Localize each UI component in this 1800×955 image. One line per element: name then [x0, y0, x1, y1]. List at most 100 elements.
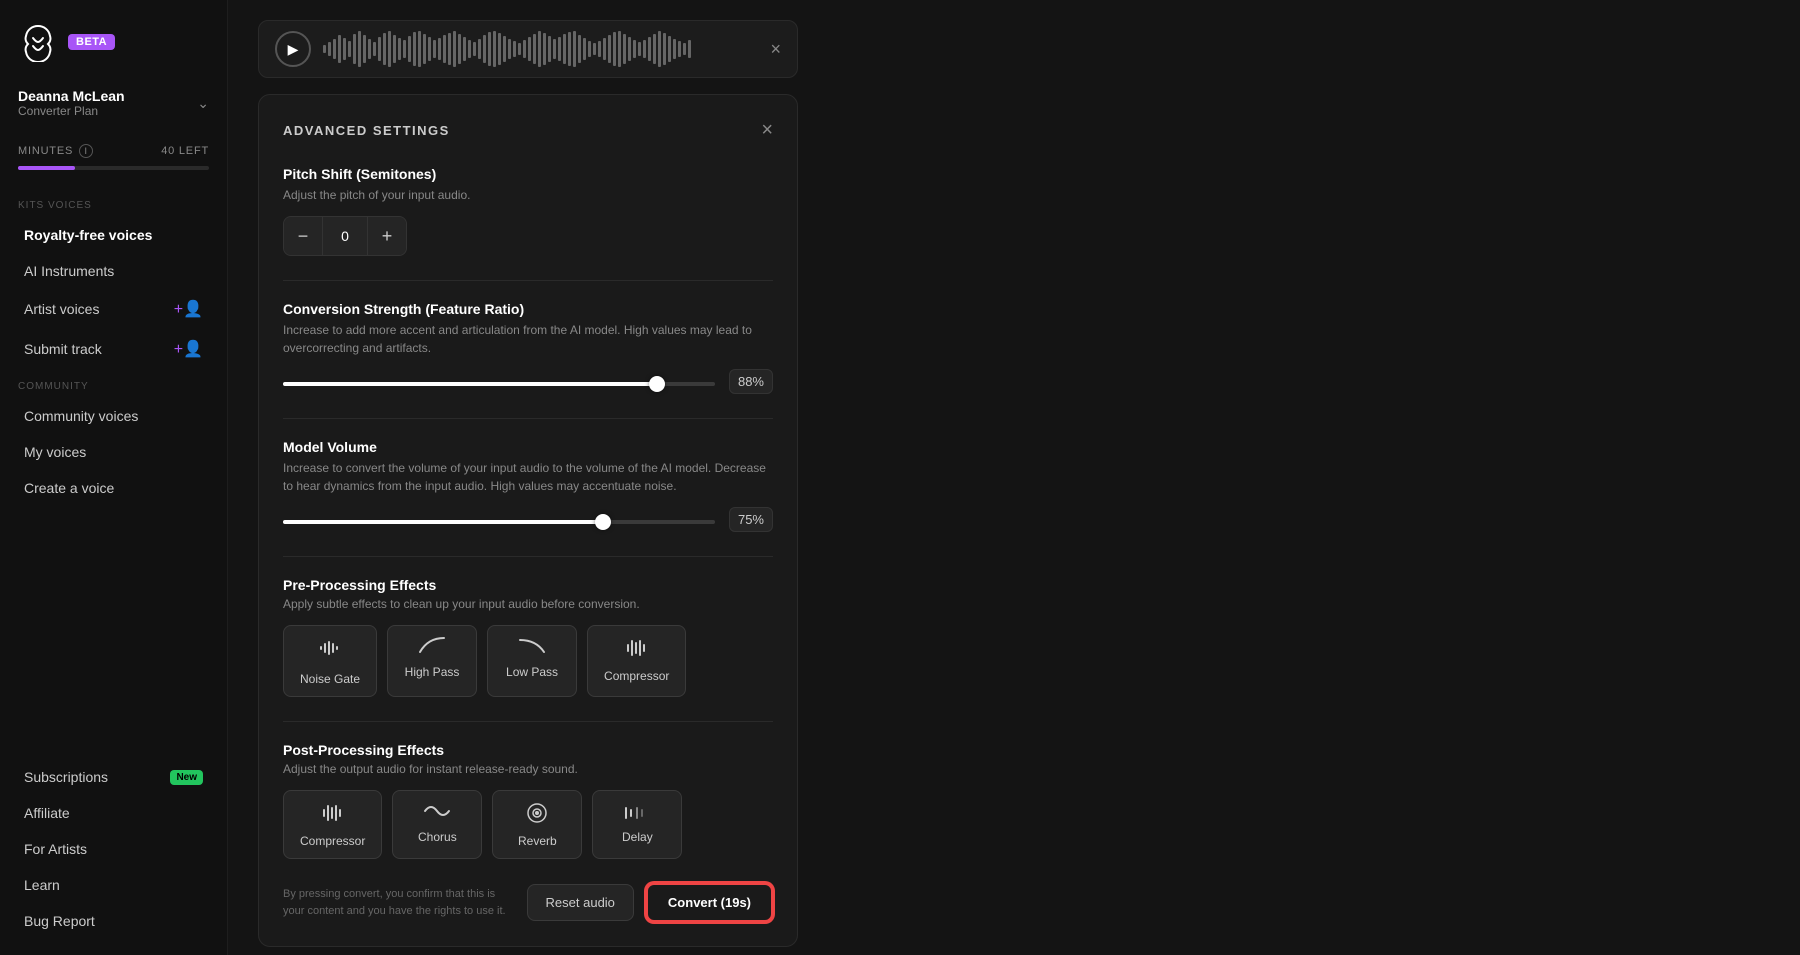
- community-label: COMMUNITY: [0, 369, 227, 398]
- settings-header: ADVANCED SETTINGS ×: [283, 119, 773, 142]
- waveform-bar: [683, 43, 686, 55]
- waveform-bar: [503, 36, 506, 62]
- low-pass-button[interactable]: Low Pass: [487, 625, 577, 697]
- audio-player: ▶ ×: [258, 20, 798, 78]
- post-processing-row: Post-Processing Effects Adjust the outpu…: [283, 742, 773, 859]
- sidebar-item-label: For Artists: [24, 841, 87, 857]
- waveform-bar: [618, 31, 621, 67]
- chorus-icon: [423, 801, 451, 824]
- chorus-button[interactable]: Chorus: [392, 790, 482, 859]
- user-menu[interactable]: Deanna McLean Converter Plan ⌄: [0, 80, 227, 134]
- pitch-shift-control: − 0 +: [283, 216, 407, 256]
- waveform-bar: [483, 35, 486, 63]
- waveform-bar: [538, 31, 541, 67]
- waveform-bar: [563, 34, 566, 64]
- sidebar-item-ai-instruments[interactable]: AI Instruments: [6, 253, 221, 289]
- reverb-icon: [525, 801, 549, 828]
- conversion-strength-row: Conversion Strength (Feature Ratio) Incr…: [283, 301, 773, 394]
- sidebar-item-for-artists[interactable]: For Artists: [6, 831, 221, 867]
- new-badge: New: [170, 770, 203, 785]
- sidebar-item-label: My voices: [24, 444, 86, 460]
- sidebar-item-subscriptions[interactable]: Subscriptions New: [6, 759, 221, 795]
- waveform-bar: [593, 43, 596, 55]
- waveform-bar: [653, 34, 656, 64]
- waveform-bar: [368, 39, 371, 59]
- waveform-bar: [398, 38, 401, 60]
- sidebar-item-submit-track[interactable]: Submit track +👤: [6, 329, 221, 369]
- pre-processing-effects: Noise Gate High Pass: [283, 625, 773, 697]
- reset-audio-button[interactable]: Reset audio: [527, 884, 634, 921]
- waveform-bar: [528, 37, 531, 61]
- waveform-bar: [408, 36, 411, 62]
- model-volume-slider[interactable]: [283, 520, 715, 524]
- post-processing-label: Post-Processing Effects: [283, 742, 773, 758]
- conversion-strength-slider-wrap: [283, 373, 715, 391]
- model-volume-row: Model Volume Increase to convert the vol…: [283, 439, 773, 532]
- sidebar-item-label: Create a voice: [24, 480, 114, 496]
- waveform-bar: [633, 40, 636, 58]
- sidebar-item-royalty-free-voices[interactable]: Royalty-free voices: [6, 217, 221, 253]
- play-button[interactable]: ▶: [275, 31, 311, 67]
- divider-1: [283, 280, 773, 281]
- sidebar-item-label: Artist voices: [24, 301, 99, 317]
- waveform-bar: [418, 31, 421, 67]
- sidebar-item-create-a-voice[interactable]: Create a voice: [6, 470, 221, 506]
- pitch-shift-row: Pitch Shift (Semitones) Adjust the pitch…: [283, 166, 773, 256]
- waveform-bar: [613, 32, 616, 66]
- noise-gate-button[interactable]: Noise Gate: [283, 625, 377, 697]
- sidebar-item-affiliate[interactable]: Affiliate: [6, 795, 221, 831]
- waveform-bar: [363, 35, 366, 63]
- waveform-bar: [543, 33, 546, 65]
- add-person-icon: +👤: [174, 299, 203, 319]
- waveform-bar: [458, 34, 461, 64]
- sidebar-item-label: Subscriptions: [24, 769, 108, 785]
- divider-2: [283, 418, 773, 419]
- sidebar-item-my-voices[interactable]: My voices: [6, 434, 221, 470]
- pitch-increase-button[interactable]: +: [368, 217, 406, 255]
- chorus-label: Chorus: [418, 830, 457, 844]
- divider-3: [283, 556, 773, 557]
- compressor-post-button[interactable]: Compressor: [283, 790, 382, 859]
- compressor-pre-button[interactable]: Compressor: [587, 625, 686, 697]
- conversion-strength-label: Conversion Strength (Feature Ratio): [283, 301, 773, 317]
- conversion-strength-slider[interactable]: [283, 382, 715, 386]
- waveform-bar: [598, 41, 601, 57]
- sidebar-item-community-voices[interactable]: Community voices: [6, 398, 221, 434]
- main-content: ▶ × ADVANCED SETTINGS × Pitch Shift (Sem…: [228, 0, 1044, 955]
- waveform-bar: [448, 33, 451, 65]
- waveform-bar: [378, 37, 381, 61]
- delay-button[interactable]: Delay: [592, 790, 682, 859]
- sidebar-item-learn[interactable]: Learn: [6, 867, 221, 903]
- action-disclaimer: By pressing convert, you confirm that th…: [283, 886, 515, 919]
- waveform-bar: [438, 38, 441, 60]
- waveform-bar: [578, 35, 581, 63]
- sidebar-item-label: Submit track: [24, 341, 102, 357]
- sidebar-item-label: Community voices: [24, 408, 138, 424]
- post-processing-desc: Adjust the output audio for instant rele…: [283, 762, 773, 776]
- user-plan: Converter Plan: [18, 104, 125, 118]
- sidebar: BETA Deanna McLean Converter Plan ⌄ MINU…: [0, 0, 228, 955]
- waveform-bar: [423, 34, 426, 64]
- waveform-bar: [478, 39, 481, 59]
- close-player-button[interactable]: ×: [770, 39, 781, 60]
- close-settings-button[interactable]: ×: [761, 119, 773, 142]
- compressor-post-icon: [321, 801, 345, 828]
- waveform-bar: [468, 40, 471, 58]
- pitch-decrease-button[interactable]: −: [284, 217, 322, 255]
- model-volume-value: 75%: [729, 507, 773, 532]
- sidebar-item-artist-voices[interactable]: Artist voices +👤: [6, 289, 221, 329]
- reverb-button[interactable]: Reverb: [492, 790, 582, 859]
- waveform-bar: [628, 37, 631, 61]
- convert-button[interactable]: Convert (19s): [646, 883, 773, 922]
- model-volume-slider-wrap: [283, 511, 715, 529]
- waveform-bar: [353, 34, 356, 64]
- low-pass-icon: [518, 636, 546, 659]
- high-pass-button[interactable]: High Pass: [387, 625, 477, 697]
- waveform-bar: [488, 32, 491, 66]
- right-space: [1044, 0, 1800, 955]
- sidebar-item-bug-report[interactable]: Bug Report: [6, 903, 221, 939]
- waveform-bar: [333, 39, 336, 59]
- pitch-value: 0: [322, 217, 368, 255]
- model-volume-desc: Increase to convert the volume of your i…: [283, 459, 773, 495]
- waveform-bar: [508, 39, 511, 59]
